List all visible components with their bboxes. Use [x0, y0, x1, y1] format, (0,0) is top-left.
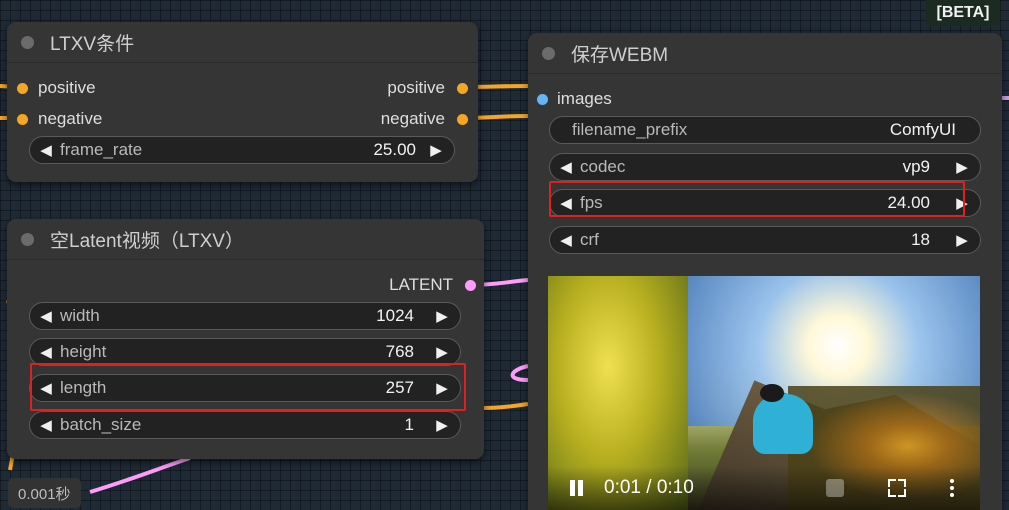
beta-badge: [BETA]: [926, 0, 1000, 26]
output-latent[interactable]: LATENT: [389, 275, 476, 295]
decrement-arrow-icon[interactable]: ◀: [36, 141, 56, 159]
output-negative[interactable]: negative: [381, 109, 468, 129]
node-title-bar[interactable]: 保存WEBM: [528, 33, 1002, 74]
node-title: LTXV条件: [50, 33, 135, 55]
video-time-display: 0:01 / 0:10: [604, 477, 694, 498]
widget-value[interactable]: 18: [911, 230, 930, 250]
output-label: negative: [380, 109, 445, 128]
input-label: negative: [38, 109, 103, 128]
increment-arrow-icon[interactable]: ▶: [426, 141, 446, 159]
widget-crf[interactable]: ◀ crf 18 ▶: [549, 226, 981, 254]
node-title: 空Latent视频（LTXV）: [50, 230, 244, 252]
input-label: positive: [38, 78, 96, 97]
decrement-arrow-icon[interactable]: ◀: [556, 231, 576, 249]
node-title-bar[interactable]: 空Latent视频（LTXV）: [7, 219, 484, 260]
wire-latent-loop: [510, 364, 529, 382]
widget-frame-rate[interactable]: ◀ frame_rate 25.00 ▶: [29, 136, 455, 164]
widget-label: width: [60, 306, 100, 325]
output-slot-icon[interactable]: [457, 113, 468, 125]
widget-label: codec: [580, 157, 626, 176]
widget-label: height: [60, 342, 107, 361]
widget-value[interactable]: ComfyUI: [890, 120, 956, 140]
widget-height[interactable]: ◀ height 768 ▶: [29, 338, 461, 366]
increment-arrow-icon[interactable]: ▶: [952, 158, 972, 176]
input-slot-icon[interactable]: [17, 82, 28, 94]
widget-codec[interactable]: ◀ codec vp9 ▶: [549, 153, 981, 181]
input-positive[interactable]: positive: [17, 78, 96, 98]
widget-label: filename_prefix: [572, 120, 688, 139]
input-negative[interactable]: negative: [17, 109, 102, 129]
input-label: images: [557, 89, 612, 108]
decrement-arrow-icon[interactable]: ◀: [36, 307, 56, 325]
widget-width[interactable]: ◀ width 1024 ▶: [29, 302, 461, 330]
widget-label: crf: [580, 230, 599, 249]
collapse-dot-icon[interactable]: [21, 35, 34, 49]
increment-arrow-icon[interactable]: ▶: [952, 231, 972, 249]
widget-value[interactable]: 1024: [376, 306, 414, 326]
volume-icon[interactable]: [826, 479, 844, 497]
decrement-arrow-icon[interactable]: ◀: [36, 416, 56, 434]
output-positive[interactable]: positive: [387, 78, 468, 98]
decrement-arrow-icon[interactable]: ◀: [556, 158, 576, 176]
video-frame-helmet: [760, 384, 784, 402]
input-slot-icon[interactable]: [537, 93, 548, 105]
collapse-dot-icon[interactable]: [542, 46, 555, 60]
highlight-length: [30, 363, 466, 411]
widget-value[interactable]: 768: [386, 342, 414, 362]
video-controls-bar: 0:01 / 0:10: [548, 466, 980, 510]
output-label: positive: [387, 78, 445, 97]
input-images[interactable]: images: [537, 89, 612, 109]
node-title: 保存WEBM: [571, 44, 669, 66]
node-empty-latent-video[interactable]: 空Latent视频（LTXV） LATENT ◀ width 1024 ▶ ◀ …: [7, 219, 484, 459]
wire-bottom: [89, 456, 191, 494]
widget-label: batch_size: [60, 415, 142, 434]
execution-time-label: 0.001秒: [8, 478, 81, 508]
widget-value[interactable]: vp9: [903, 157, 930, 177]
video-frame-rider: [753, 394, 813, 454]
increment-arrow-icon[interactable]: ▶: [432, 343, 452, 361]
decrement-arrow-icon[interactable]: ◀: [36, 343, 56, 361]
wire-mid: [483, 402, 529, 410]
node-ltxv-conditioning[interactable]: LTXV条件 positive negative positive negati…: [7, 22, 478, 182]
increment-arrow-icon[interactable]: ▶: [432, 307, 452, 325]
widget-filename-prefix[interactable]: filename_prefix ComfyUI: [549, 116, 981, 144]
fullscreen-icon[interactable]: [888, 479, 906, 497]
output-slot-icon[interactable]: [457, 82, 468, 94]
output-slot-icon[interactable]: [465, 279, 476, 291]
pause-icon[interactable]: [568, 479, 586, 497]
widget-label: frame_rate: [60, 140, 143, 159]
node-title-bar[interactable]: LTXV条件: [7, 22, 478, 63]
increment-arrow-icon[interactable]: ▶: [432, 416, 452, 434]
widget-value[interactable]: 25.00: [373, 140, 416, 160]
input-slot-icon[interactable]: [17, 113, 28, 125]
widget-value[interactable]: 1: [405, 415, 414, 435]
output-label: LATENT: [389, 275, 453, 294]
more-options-icon[interactable]: [950, 479, 956, 497]
highlight-fps: [549, 181, 965, 217]
widget-batch-size[interactable]: ◀ batch_size 1 ▶: [29, 411, 461, 439]
collapse-dot-icon[interactable]: [21, 232, 34, 246]
video-preview[interactable]: 0:01 / 0:10: [548, 276, 980, 510]
